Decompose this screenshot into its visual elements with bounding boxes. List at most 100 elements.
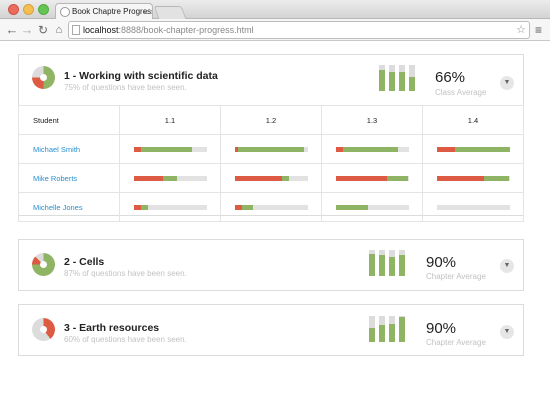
progress-bar-green-segment	[386, 175, 409, 181]
home-icon[interactable]: ⌂	[52, 22, 66, 38]
progress-bar	[335, 175, 409, 181]
column-header-section: 1.4	[422, 105, 524, 135]
new-tab-button[interactable]	[153, 6, 187, 19]
progress-bar-green-segment	[281, 175, 290, 181]
chapter-header[interactable]: 3 - Earth resources 60% of questions hav…	[19, 305, 523, 357]
mini-bar	[379, 316, 385, 342]
progress-bar-green-segment	[483, 175, 510, 181]
progress-bar	[436, 146, 510, 152]
chapter-card: 1 - Working with scientific data 75% of …	[18, 54, 524, 222]
progress-bar-red-segment	[436, 175, 484, 181]
progress-bar-green-segment	[162, 175, 178, 181]
progress-bar-red-segment	[133, 146, 141, 152]
mini-bar	[369, 250, 375, 276]
progress-cell	[321, 192, 423, 222]
progress-bar	[335, 204, 409, 210]
progress-bar-red-segment	[234, 175, 282, 181]
chapter-card: 2 - Cells 87% of questions have been see…	[18, 239, 524, 291]
chapter-progress-pie	[32, 318, 55, 341]
chapter-title: 3 - Earth resources	[64, 322, 160, 334]
chapter-progress-pie	[32, 66, 55, 89]
progress-bar	[234, 204, 308, 210]
column-header-section: 1.1	[119, 105, 221, 135]
mini-bar-fill	[399, 71, 405, 91]
mini-bar	[399, 316, 405, 342]
url-path: :8888/book-chapter-progress.html	[118, 25, 254, 35]
progress-bar-green-segment	[342, 146, 398, 152]
average-value: 90%	[426, 254, 457, 271]
chapter-subtitle: 75% of questions have been seen.	[64, 83, 187, 92]
tab-title: Book Chaptre Progress	[72, 7, 153, 16]
student-name-link[interactable]: Michael Smith	[18, 134, 120, 164]
progress-cell	[119, 134, 221, 164]
mini-bar	[399, 65, 405, 91]
progress-cell	[119, 163, 221, 193]
mini-bar-fill	[399, 255, 405, 276]
section-mini-bars	[369, 316, 409, 342]
progress-bar-red-segment	[133, 204, 141, 210]
mini-bar-fill	[409, 76, 415, 91]
progress-bar-red-segment	[234, 204, 242, 210]
progress-cell	[220, 134, 322, 164]
menu-icon[interactable]: ≡	[535, 23, 542, 37]
chapter-header[interactable]: 1 - Working with scientific data 75% of …	[19, 55, 523, 107]
chevron-down-icon[interactable]: ▼	[500, 325, 514, 339]
mini-bar	[399, 250, 405, 276]
mini-bar	[389, 316, 395, 342]
chapter-progress-pie	[32, 253, 55, 276]
progress-bar-red-segment	[335, 146, 343, 152]
mini-bar-fill	[379, 70, 385, 91]
mini-bar-fill	[369, 253, 375, 276]
progress-cell	[321, 163, 423, 193]
progress-cell	[422, 134, 524, 164]
progress-cell	[220, 192, 322, 222]
mini-bar	[379, 250, 385, 276]
chapter-title: 1 - Working with scientific data	[64, 70, 218, 82]
chapter-subtitle: 60% of questions have been seen.	[64, 335, 187, 344]
mini-bar-fill	[389, 256, 395, 276]
mini-bar	[389, 65, 395, 91]
column-header-section: 1.2	[220, 105, 322, 135]
chevron-down-icon[interactable]: ▼	[500, 76, 514, 90]
zoom-window-button[interactable]	[38, 4, 49, 15]
mini-bar	[409, 65, 415, 91]
chevron-down-icon[interactable]: ▼	[500, 259, 514, 273]
section-mini-bars	[379, 65, 419, 91]
table-row: Mike Roberts	[18, 163, 524, 193]
progress-bar	[335, 146, 409, 152]
chapter-title: 2 - Cells	[64, 256, 105, 268]
progress-bar-green-segment	[140, 204, 149, 210]
address-bar[interactable]: localhost:8888/book-chapter-progress.htm…	[68, 21, 530, 39]
progress-cell	[422, 163, 524, 193]
minimize-window-button[interactable]	[23, 4, 34, 15]
reload-icon[interactable]: ↻	[36, 22, 50, 38]
progress-bar	[436, 204, 510, 210]
average-value: 66%	[435, 69, 466, 86]
progress-cell	[220, 163, 322, 193]
mini-bar-fill	[369, 327, 375, 342]
column-header-section: 1.3	[321, 105, 423, 135]
section-mini-bars	[369, 250, 409, 276]
progress-bar-red-segment	[335, 175, 387, 181]
progress-bar-green-segment	[335, 204, 369, 210]
student-name-link[interactable]: Michelle Jones	[18, 192, 120, 222]
arrow-left-icon[interactable]: ←	[5, 22, 19, 38]
page-content: 1 - Working with scientific data 75% of …	[0, 42, 550, 400]
progress-bar	[133, 146, 207, 152]
average-value: 90%	[426, 320, 457, 337]
progress-bar	[133, 175, 207, 181]
arrow-right-icon[interactable]: →	[20, 22, 34, 38]
close-window-button[interactable]	[8, 4, 19, 15]
mini-bar-fill	[379, 255, 385, 276]
table-row: Michael Smith	[18, 134, 524, 164]
chapter-header[interactable]: 2 - Cells 87% of questions have been see…	[19, 240, 523, 292]
mini-bar	[389, 250, 395, 276]
star-icon[interactable]: ☆	[516, 22, 526, 38]
progress-bar-green-segment	[140, 146, 192, 152]
student-name-link[interactable]: Mike Roberts	[18, 163, 120, 193]
tab-close-icon[interactable]: ×	[143, 4, 148, 20]
table-row: Michelle Jones	[18, 192, 524, 222]
page-icon	[72, 25, 80, 35]
progress-cell	[422, 192, 524, 222]
browser-tab[interactable]: Book Chaptre Progress ×	[55, 3, 153, 20]
